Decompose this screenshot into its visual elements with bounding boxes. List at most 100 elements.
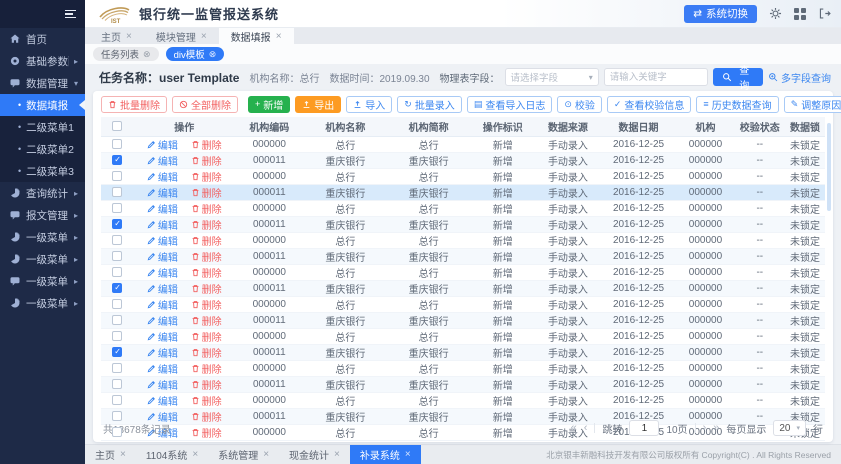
table-row[interactable]: 编辑 删除 000000 总行 总行 新增 手动录入 2016-12-25 00… [101,200,825,216]
adjust-reason-button[interactable]: ✎ 调整原因 [784,96,841,113]
edit-link[interactable]: 编辑 [147,281,178,296]
close-icon[interactable]: × [126,31,132,42]
close-icon[interactable]: × [334,449,340,460]
table-row[interactable]: 编辑 删除 000011 重庆银行 重庆银行 新增 手动录入 2016-12-2… [101,184,825,200]
edit-link[interactable]: 编辑 [147,345,178,360]
delete-all-button[interactable]: 全部删除 [172,96,238,113]
tab-module-management[interactable]: 模块管理× [144,28,219,44]
delete-link[interactable]: 删除 [191,361,222,376]
row-checkbox[interactable] [112,251,122,261]
sidebar-item-submenu-3[interactable]: • 二级菜单3 [0,160,85,182]
batch-entry-button[interactable]: ↻ 批量录入 [397,96,462,113]
delete-link[interactable]: 删除 [191,281,222,296]
bottom-tab-supplement-system[interactable]: 补录系统× [350,445,421,464]
per-page-select[interactable]: 20 ▾ [773,420,806,436]
edit-link[interactable]: 编辑 [147,297,178,312]
sidebar-item-submenu-2[interactable]: • 二级菜单2 [0,138,85,160]
last-page-icon[interactable]: » [713,422,719,434]
edit-link[interactable]: 编辑 [147,185,178,200]
row-checkbox[interactable] [112,187,122,197]
validate-button[interactable]: ⊙ 校验 [557,96,602,113]
row-checkbox[interactable] [112,171,122,181]
add-button[interactable]: + 新增 [248,96,290,113]
delete-link[interactable]: 删除 [191,217,222,232]
collapse-menu-icon[interactable] [65,10,76,19]
edit-link[interactable]: 编辑 [147,249,178,264]
close-icon[interactable]: × [120,449,126,460]
row-checkbox[interactable] [112,379,122,389]
pill-div-template[interactable]: div模板⊗ [166,47,225,61]
system-switch-button[interactable]: ⇄ 系统切换 [684,5,757,23]
bottom-tab-1104-system[interactable]: 1104系统× [136,445,208,464]
table-row[interactable]: 编辑 删除 000011 重庆银行 重庆银行 新增 手动录入 2016-12-2… [101,312,825,328]
search-button[interactable]: 查询 [713,68,763,86]
table-row[interactable]: 编辑 删除 000011 重庆银行 重庆银行 新增 手动录入 2016-12-2… [101,216,825,232]
tab-data-entry[interactable]: 数据填报× [219,28,294,44]
close-icon[interactable]: × [276,31,282,42]
row-checkbox[interactable] [112,139,122,149]
gear-icon[interactable] [769,7,782,20]
field-select[interactable]: 请选择字段 ▾ [505,68,599,86]
history-query-button[interactable]: ≡ 历史数据查询 [696,96,778,113]
sidebar-item-data-management[interactable]: 数据管理 ▾ [0,72,85,94]
view-import-log-button[interactable]: ▤ 查看导入日志 [467,96,553,113]
delete-link[interactable]: 删除 [191,313,222,328]
edit-link[interactable]: 编辑 [147,153,178,168]
edit-link[interactable]: 编辑 [147,329,178,344]
bottom-tab-home[interactable]: 主页× [85,445,136,464]
row-checkbox[interactable] [112,155,122,165]
delete-link[interactable]: 删除 [191,185,222,200]
sidebar-item-report-management[interactable]: 报文管理 ▸ [0,204,85,226]
table-row[interactable]: 编辑 删除 000000 总行 总行 新增 手动录入 2016-12-25 00… [101,392,825,408]
table-row[interactable]: 编辑 删除 000000 总行 总行 新增 手动录入 2016-12-25 00… [101,328,825,344]
edit-link[interactable]: 编辑 [147,169,178,184]
table-row[interactable]: 编辑 删除 000011 重庆银行 重庆银行 新增 手动录入 2016-12-2… [101,248,825,264]
table-row[interactable]: 编辑 删除 000011 重庆银行 重庆银行 新增 手动录入 2016-12-2… [101,280,825,296]
delete-link[interactable]: 删除 [191,265,222,280]
delete-link[interactable]: 删除 [191,377,222,392]
edit-link[interactable]: 编辑 [147,377,178,392]
close-circle-icon[interactable]: ⊗ [209,49,217,60]
delete-link[interactable]: 删除 [191,345,222,360]
edit-link[interactable]: 编辑 [147,233,178,248]
delete-link[interactable]: 删除 [191,249,222,264]
bottom-tab-cash-stats[interactable]: 现金统计× [279,445,350,464]
tab-home[interactable]: 主页× [89,28,144,44]
row-checkbox[interactable] [112,411,122,421]
import-button[interactable]: 导入 [346,96,392,113]
close-icon[interactable]: × [201,31,207,42]
sidebar-item-level1-menu-1[interactable]: 一级菜单 ▸ [0,226,85,248]
view-validation-info-button[interactable]: ✓ 查看校验信息 [607,96,692,113]
page-number-input[interactable] [629,420,659,436]
edit-link[interactable]: 编辑 [147,265,178,280]
scrollbar-thumb[interactable] [827,123,831,211]
row-checkbox[interactable] [112,283,122,293]
edit-link[interactable]: 编辑 [147,217,178,232]
sidebar-item-home[interactable]: 首页 [0,28,85,50]
delete-link[interactable]: 删除 [191,233,222,248]
table-row[interactable]: 编辑 删除 000011 重庆银行 重庆银行 新增 手动录入 2016-12-2… [101,152,825,168]
logout-icon[interactable] [818,7,831,20]
delete-link[interactable]: 删除 [191,393,222,408]
close-icon[interactable]: × [263,449,269,460]
select-all-checkbox[interactable] [112,121,122,131]
edit-link[interactable]: 编辑 [147,393,178,408]
row-checkbox[interactable] [112,347,122,357]
delete-link[interactable]: 删除 [191,137,222,152]
batch-delete-button[interactable]: 批量删除 [101,96,167,113]
row-checkbox[interactable] [112,219,122,229]
sidebar-item-submenu-1[interactable]: • 二级菜单1 [0,116,85,138]
pill-task-list[interactable]: 任务列表⊗ [93,47,159,61]
next-page-icon[interactable]: › [703,422,707,434]
sidebar-item-level1-menu-2[interactable]: 一级菜单 ▸ [0,248,85,270]
row-checkbox[interactable] [112,267,122,277]
close-circle-icon[interactable]: ⊗ [143,49,151,60]
row-checkbox[interactable] [112,299,122,309]
table-row[interactable]: 编辑 删除 000011 重庆银行 重庆银行 新增 手动录入 2016-12-2… [101,376,825,392]
sidebar-item-data-entry[interactable]: • 数据填报 [0,94,85,116]
edit-link[interactable]: 编辑 [147,361,178,376]
edit-link[interactable]: 编辑 [147,201,178,216]
table-row[interactable]: 编辑 删除 000000 总行 总行 新增 手动录入 2016-12-25 00… [101,168,825,184]
table-row[interactable]: 编辑 删除 000011 重庆银行 重庆银行 新增 手动录入 2016-12-2… [101,344,825,360]
row-checkbox[interactable] [112,235,122,245]
